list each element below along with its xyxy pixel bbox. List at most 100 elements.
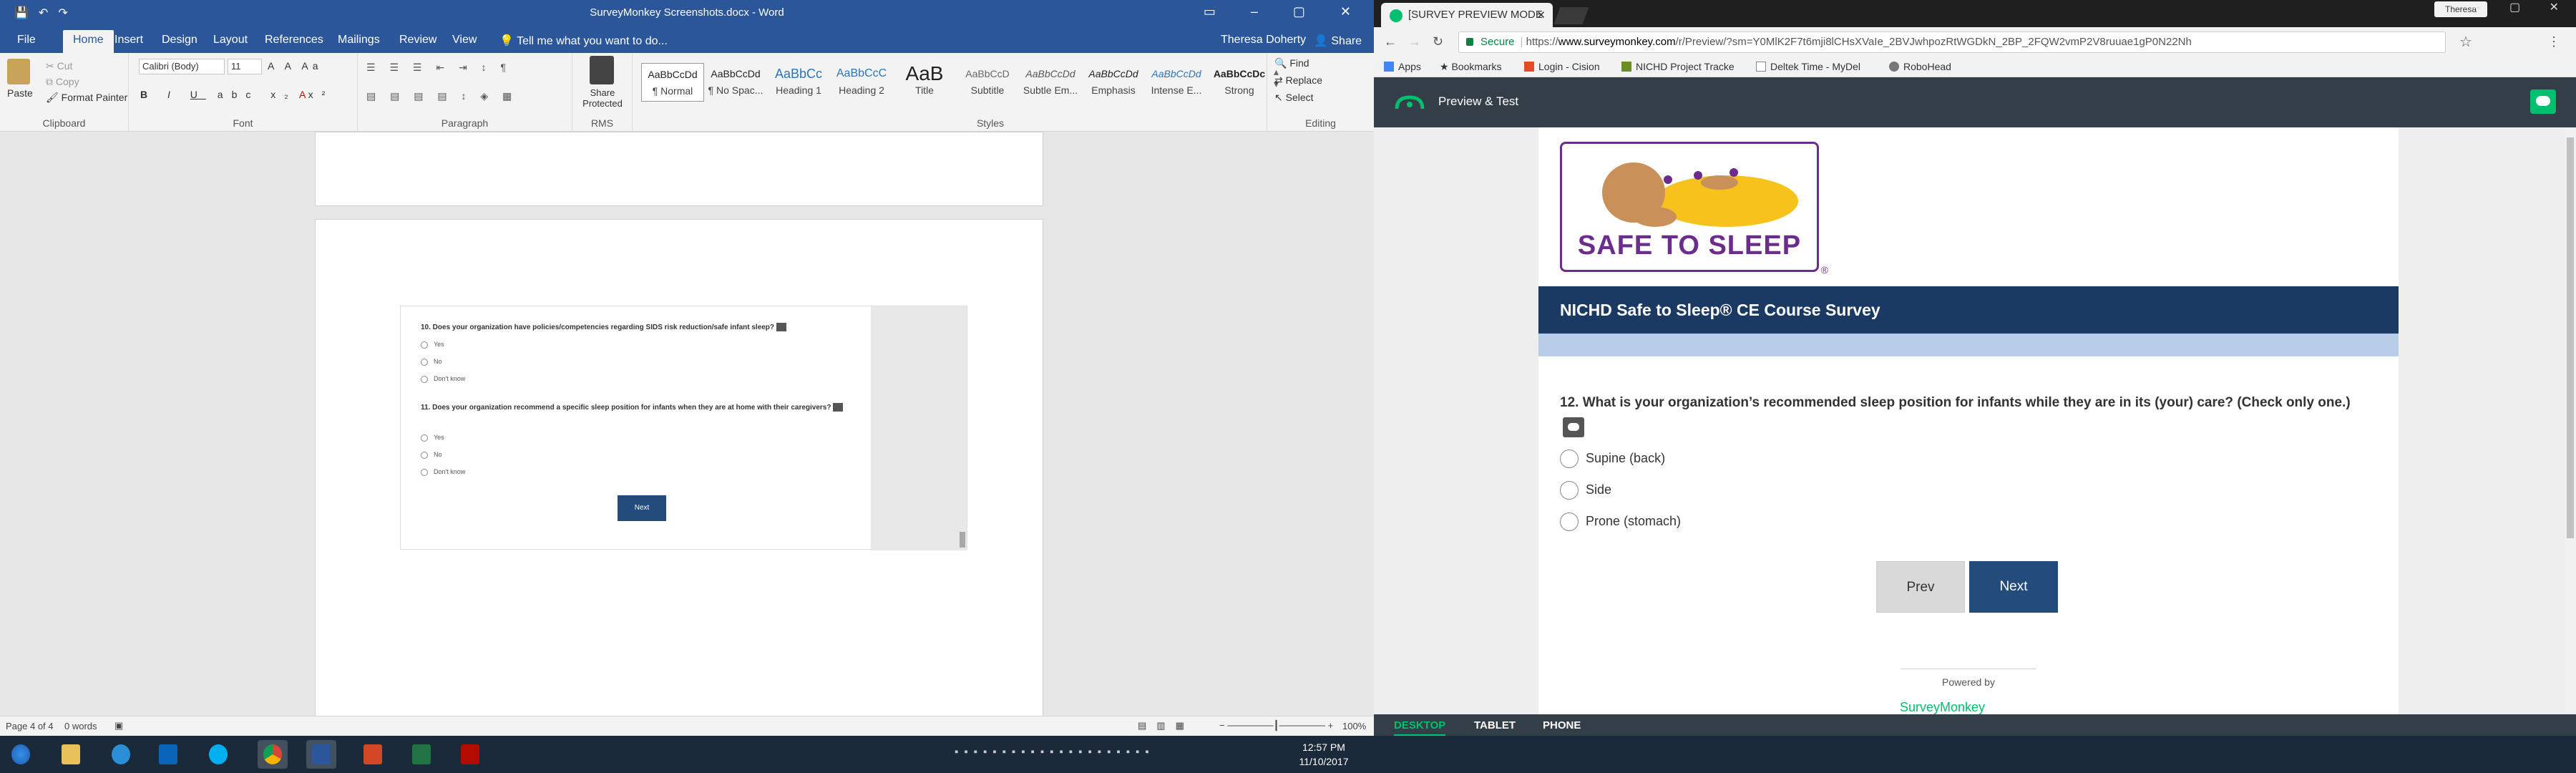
share-label: Share (1331, 35, 1362, 47)
tab-design[interactable]: Design (162, 34, 197, 47)
select-button[interactable]: ↖ Select (1274, 92, 1314, 104)
list-buttons[interactable]: ☰ ☰ ☰ ⇤ ⇥ ↕ ¶ (366, 62, 512, 74)
font-name-select[interactable]: Calibri (Body) (139, 59, 225, 74)
taskbar-outlook[interactable] (153, 740, 183, 769)
taskbar-skype[interactable] (203, 740, 233, 769)
style-title[interactable]: AaB Title (893, 63, 956, 102)
taskbar-ie[interactable] (106, 740, 136, 769)
bookmark-cision[interactable]: Login - Cision (1524, 61, 1600, 72)
bookmark-apps[interactable]: Apps (1384, 61, 1421, 72)
copy-button[interactable]: ⧉ Copy (46, 76, 79, 88)
tab-layout[interactable]: Layout (213, 34, 248, 47)
zoom-slider[interactable]: − ───────┃─────── + (1219, 720, 1333, 731)
style-no-spacing[interactable]: AaBbCcDd ¶ No Spac... (704, 63, 767, 102)
style-strong[interactable]: AaBbCcDc Strong (1208, 63, 1271, 102)
tab-insert[interactable]: Insert (114, 34, 143, 47)
font-color-button[interactable]: A (299, 89, 310, 100)
option-side[interactable]: Side (1560, 481, 1611, 500)
bookmark-robohead[interactable]: RoboHead (1889, 61, 1951, 72)
view-buttons[interactable]: ▤▥▦ (1138, 720, 1194, 731)
taskbar-explorer[interactable] (56, 740, 86, 769)
document-canvas[interactable]: 10. Does your organization have policies… (0, 132, 1374, 734)
proofing-icon[interactable]: ▣ (114, 720, 123, 731)
tab-file[interactable]: File (17, 34, 36, 47)
tab-mailings[interactable]: Mailings (338, 34, 380, 47)
taskbar-word[interactable] (306, 740, 336, 769)
page-count[interactable]: Page 4 of 4 (6, 721, 54, 731)
style-subtitle[interactable]: AaBbCcD Subtitle (956, 63, 1019, 102)
style-subtle-emphasis[interactable]: AaBbCcDd Subtle Em... (1019, 63, 1082, 102)
q11-option-label: Yes (434, 434, 444, 441)
close-tab-icon[interactable]: ✕ (1536, 9, 1546, 21)
back-icon[interactable]: ← (1384, 34, 1397, 49)
align-buttons[interactable]: ▤ ▤ ▤ ▤ ↕ ◈ ▦ (366, 90, 517, 102)
document-page-4[interactable]: 10. Does your organization have policies… (315, 219, 1043, 734)
word-count[interactable]: 0 words (64, 721, 97, 731)
bookmark-deltek[interactable]: Deltek Time - MyDel (1756, 61, 1860, 72)
next-button[interactable]: Next (1969, 561, 2058, 613)
embedded-survey-screenshot[interactable]: 10. Does your organization have policies… (400, 306, 967, 550)
cut-button[interactable]: ✂ Cut (46, 60, 72, 72)
forward-icon[interactable]: → (1408, 34, 1421, 49)
taskbar-excel[interactable] (406, 740, 436, 769)
style-heading-1[interactable]: AaBbCc Heading 1 (767, 63, 830, 102)
style-name: Emphasis (1091, 84, 1136, 96)
prev-button[interactable]: Prev (1876, 561, 1965, 613)
taskbar-acrobat[interactable] (455, 740, 485, 769)
tab-home[interactable]: Home (63, 30, 114, 53)
paste-button[interactable]: Paste (7, 87, 33, 99)
device-desktop-tab[interactable]: DESKTOP (1394, 719, 1446, 736)
option-prone[interactable]: Prone (stomach) (1560, 512, 1681, 531)
powered-by-brand[interactable]: SurveyMonkey (1900, 700, 2007, 714)
radio-button[interactable] (1560, 512, 1579, 531)
select-label: Select (1285, 92, 1314, 103)
word-user-name[interactable]: Theresa Doherty (1221, 34, 1306, 47)
new-tab-button[interactable] (1553, 7, 1589, 24)
zoom-level[interactable]: 100% (1342, 721, 1366, 731)
taskbar-powerpoint[interactable] (358, 740, 388, 769)
style-name: Intense E... (1151, 84, 1202, 96)
address-bar[interactable]: Secure | https://www.surveymonkey.com/r/P… (1458, 31, 2446, 53)
font-size-select[interactable]: 11 (228, 59, 262, 74)
bookmark-nichd[interactable]: NICHD Project Tracke (1621, 61, 1735, 72)
style-intense-emphasis[interactable]: AaBbCcDd Intense E... (1145, 63, 1208, 102)
option-supine[interactable]: Supine (back) (1560, 449, 1665, 468)
taskbar-chrome[interactable] (258, 740, 288, 769)
radio-button[interactable] (1560, 449, 1579, 468)
replace-button[interactable]: ⇄ Replace (1274, 74, 1322, 87)
start-button[interactable] (6, 740, 36, 769)
device-phone-tab[interactable]: PHONE (1543, 719, 1581, 731)
radio-button[interactable] (1560, 481, 1579, 500)
font-size-buttons[interactable]: A A Aa (268, 60, 323, 72)
find-button[interactable]: 🔍 Find (1274, 57, 1309, 69)
taskbar-clock[interactable]: 12:57 PM 11/10/2017 (1295, 740, 1352, 769)
scrollbar-thumb[interactable] (2567, 137, 2574, 538)
bookmark-bookmarks[interactable]: ★ Bookmarks (1440, 61, 1501, 73)
style-normal[interactable]: AaBbCcDd ¶ Normal (641, 63, 704, 102)
bookmark-label: Apps (1398, 61, 1421, 72)
chrome-window-controls[interactable]: – ▢ ✕ (2474, 0, 2572, 14)
comment-icon[interactable] (1563, 417, 1584, 437)
reload-icon[interactable]: ↻ (1433, 34, 1443, 49)
style-emphasis[interactable]: AaBbCcDd Emphasis (1082, 63, 1145, 102)
chrome-menu-icon[interactable]: ⋮ (2547, 34, 2560, 49)
system-tray-icons[interactable]: ▪▪▪▪▪▪▪▪▪▪▪▪▪▪▪▪▪▪▪▪▪ (955, 746, 1155, 758)
format-painter-button[interactable]: 🖌 Format Painter (46, 92, 127, 104)
bookmark-star-icon[interactable]: ☆ (2459, 33, 2472, 51)
progress-bar (1538, 334, 2399, 356)
browser-tab[interactable]: [SURVEY PREVIEW MODE ✕ (1381, 3, 1553, 27)
star-icon: ★ (1440, 61, 1452, 72)
share-button[interactable]: 👤 Share (1314, 34, 1362, 48)
page-scrollbar[interactable] (2565, 127, 2576, 714)
window-controls[interactable]: ▭ – ▢ ✕ (1204, 4, 1367, 19)
tell-me-search[interactable]: 💡 Tell me what you want to do... (499, 34, 668, 48)
share-protected-button[interactable]: Share Protected (575, 87, 630, 109)
screenshot-question-11: 11. Does your organization recommend a s… (421, 402, 850, 413)
tab-references[interactable]: References (265, 34, 323, 47)
tab-review[interactable]: Review (399, 34, 436, 47)
device-tablet-tab[interactable]: TABLET (1474, 719, 1516, 731)
chat-bubble-icon[interactable] (2530, 89, 2556, 114)
style-name: ¶ Normal (652, 85, 693, 97)
tab-view[interactable]: View (452, 34, 477, 47)
style-heading-2[interactable]: AaBbCcC Heading 2 (830, 63, 893, 102)
